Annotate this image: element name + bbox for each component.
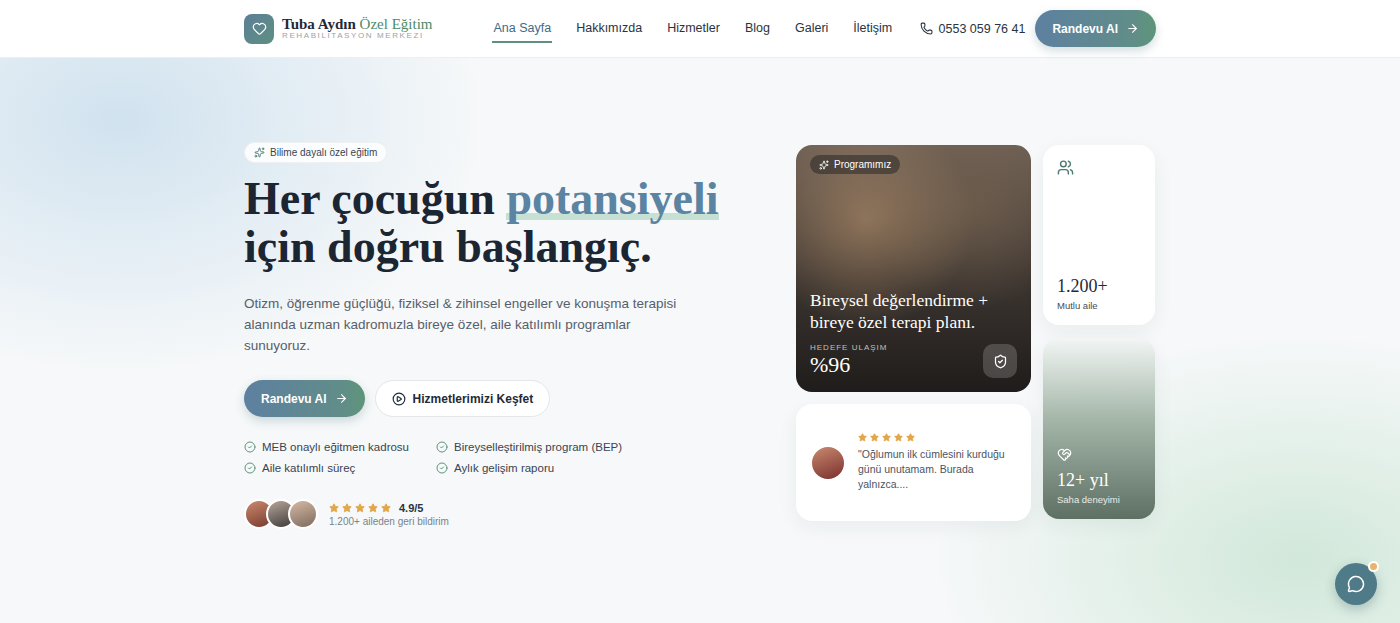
nav-link[interactable]: Hizmetler [666, 15, 721, 43]
main-nav: Ana Sayfa Hakkımızda Hizmetler Blog Galeri İl… [492, 15, 893, 43]
metric-value: %96 [810, 352, 887, 378]
star-icon [342, 503, 352, 513]
hero: Bilime dayalı özel eğitim Her çocuğun pot… [0, 58, 1400, 623]
rating-score: 4.9/5 [399, 502, 423, 514]
header: Tuba Aydın Özel EğitimREHABILITASYON MER… [0, 0, 1400, 58]
program-badge: Programımız [810, 155, 900, 174]
nav-link[interactable]: Galeri [794, 15, 829, 43]
metric-label: HEDEFE ULAŞIM [810, 343, 887, 352]
stat-value: 1.200+ [1057, 276, 1141, 297]
program-title: Bireysel değerlendirme + bireye özel ter… [810, 289, 1017, 333]
feature-item: Aile katılımlı süreç [244, 462, 436, 474]
brand-name: Tuba Aydın Özel Eğitim [282, 16, 432, 33]
star-icon [906, 433, 915, 442]
heart-handshake-icon [1057, 447, 1072, 462]
stat-card: 1.200+ Mutlu aile [1043, 145, 1155, 325]
hero-description: Otizm, öğrenme güçlüğü, fiziksel & zihin… [244, 293, 684, 356]
page: Tuba Aydın Özel EğitimREHABILITASYON MER… [0, 0, 1400, 623]
stat-value: 12+ yıl [1057, 470, 1141, 491]
chat-button[interactable] [1335, 563, 1377, 605]
rating-caption: 1.200+ aileden geri bildirim [329, 516, 449, 527]
appointment-button[interactable]: Randevu Al [1035, 10, 1156, 47]
stat-label: Mutlu aile [1057, 300, 1141, 311]
avatar-stack [244, 499, 318, 529]
nav-link[interactable]: Ana Sayfa [492, 15, 552, 43]
explore-services-button[interactable]: Hizmetlerimizi Keşfet [375, 380, 551, 417]
play-icon [392, 392, 406, 406]
heart-icon [252, 21, 267, 36]
star-icon [355, 503, 365, 513]
star-icon [329, 503, 339, 513]
check-icon [436, 441, 448, 453]
stat-card: 12+ yıl Saha deneyimi [1043, 338, 1155, 519]
stat-label: Saha deneyimi [1057, 494, 1141, 505]
logo [244, 14, 274, 44]
star-icon [368, 503, 378, 513]
check-icon [244, 441, 256, 453]
rating: 4.9/5 1.200+ aileden geri bildirim [244, 499, 449, 529]
testimonial-card: "Oğlumun ilk cümlesini kurduğu günü unut… [796, 404, 1031, 521]
star-icon [894, 433, 903, 442]
users-icon [1057, 159, 1074, 176]
shield-check-icon [993, 354, 1008, 369]
hero-appointment-button[interactable]: Randevu Al [244, 380, 365, 417]
star-icon [858, 433, 867, 442]
nav-link[interactable]: Blog [744, 15, 771, 43]
check-icon [436, 462, 448, 474]
testimonial-avatar [810, 445, 846, 481]
brand[interactable]: Tuba Aydın Özel EğitimREHABILITASYON MER… [244, 14, 432, 44]
feature-item: Bireyselleştirilmiş program (BEP) [436, 441, 622, 453]
arrow-right-icon [1126, 22, 1139, 35]
feature-item: Aylık gelişim raporu [436, 462, 622, 474]
testimonial-stars [858, 433, 1017, 442]
testimonial-quote: "Oğlumun ilk cümlesini kurduğu günü unut… [858, 447, 1017, 492]
phone-link[interactable]: 0553 059 76 41 [920, 22, 1026, 36]
star-icon [870, 433, 879, 442]
check-icon [244, 462, 256, 474]
notification-dot [1368, 561, 1379, 572]
chat-icon [1347, 575, 1365, 593]
arrow-right-icon [335, 392, 348, 405]
program-card: Programımız Bireysel değerlendirme + bire… [796, 145, 1031, 392]
feature-item: MEB onaylı eğitmen kadrosu [244, 441, 436, 453]
feature-list: MEB onaylı eğitmen kadrosuBireyselleştir… [244, 441, 622, 474]
sparkles-icon [254, 147, 265, 158]
rating-stars [329, 503, 391, 513]
phone-icon [920, 22, 933, 35]
nav-link[interactable]: Hakkımızda [575, 15, 643, 43]
brand-subtitle: REHABILITASYON MERKEZI [282, 32, 432, 41]
nav-link[interactable]: İletişim [852, 15, 893, 43]
star-icon [882, 433, 891, 442]
star-icon [381, 503, 391, 513]
avatar [288, 499, 318, 529]
hero-badge: Bilime dayalı özel eğitim [244, 142, 387, 163]
sparkles-icon [819, 160, 829, 170]
hero-title: Her çocuğun potansiyeliiçin doğru başlan… [244, 175, 719, 271]
